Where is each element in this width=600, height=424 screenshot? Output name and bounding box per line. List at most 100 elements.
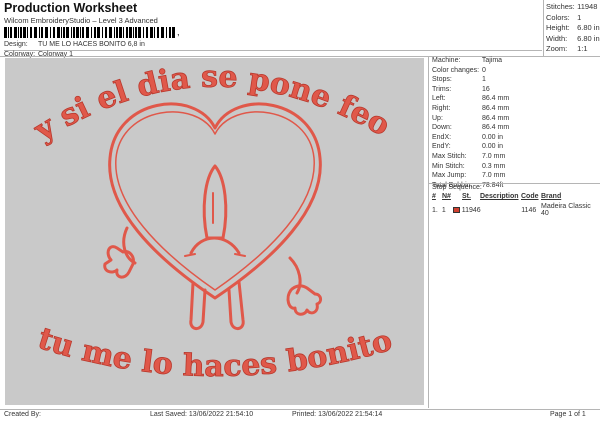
barcode-tail: , (177, 27, 180, 37)
barcode-bar (45, 27, 48, 38)
footer-divider (0, 409, 600, 410)
col-num: # (432, 193, 436, 200)
barcode-bar (157, 27, 159, 38)
spec-label: Right: (432, 104, 451, 112)
row-stitches: 11946 (461, 206, 481, 214)
machine-specs: Machine: Tajima Color changes: 0 Stops: … (432, 57, 509, 191)
barcode-bar (138, 27, 141, 38)
barcode-bar (161, 27, 164, 38)
spec-value: 86.4 mm (481, 124, 510, 132)
stat-row: Stitches: 11948 (546, 2, 600, 13)
barcode-bar (129, 27, 132, 38)
stat-row: Colors: 1 (546, 13, 600, 24)
printed-date: Printed: 13/06/2022 21:54:14 (292, 411, 383, 418)
design-preview: y si el dia se pone feo tu me lo haces b… (5, 58, 424, 405)
barcode-bar (133, 27, 134, 38)
sequence-header: # N# St. Description Code Brand (432, 193, 561, 200)
stat-label: Colors: (546, 12, 570, 22)
spec-value: 16 (481, 85, 490, 93)
worksheet-title: Production Worksheet (4, 1, 138, 15)
barcode-bar (23, 27, 26, 38)
thread-color-swatch (452, 207, 460, 213)
row-num: 1. (432, 206, 438, 214)
design-value: TU ME LO HACES BONITO 6,8 in (38, 41, 145, 48)
stat-row: Width: 6.80 in (546, 34, 600, 45)
spec-value: 7.0 mm (481, 172, 506, 180)
barcode-bar (61, 27, 62, 38)
spec-value: 1 (481, 76, 486, 84)
stat-row: Height: 6.80 in (546, 23, 600, 34)
spec-value: 0.00 in (481, 143, 503, 151)
software-name: Wilcom EmbroideryStudio – Level 3 Advanc… (4, 16, 158, 25)
barcode-bar (73, 27, 75, 38)
spec-label: EndX: (432, 133, 452, 141)
barcode-bar (10, 27, 12, 38)
spec-value: 0.00 in (481, 133, 503, 141)
barcode-bar (14, 27, 17, 38)
spec-value: 86.4 mm (481, 104, 510, 112)
spec-label: Up: (432, 114, 443, 122)
spec-value: 86.4 mm (481, 95, 510, 103)
barcode-bar (135, 27, 137, 38)
col-description: Description (480, 193, 519, 200)
row-brand: Madeira Classic 40 (541, 203, 591, 217)
spec-value: 7.0 mm (481, 152, 506, 160)
spec-row: EndX: 0.00 in (432, 134, 509, 144)
spec-row: Left: 86.4 mm (432, 95, 509, 105)
barcode-bar (57, 27, 60, 38)
spec-value: 0 (481, 66, 486, 74)
barcode-bar (50, 27, 51, 38)
barcode-bar (126, 27, 128, 38)
stat-label: Zoom: (546, 44, 568, 53)
design-row: Design: TU ME LO HACES BONITO 6,8 in (4, 41, 145, 48)
spec-label: Stops: (432, 76, 452, 84)
divider (4, 50, 542, 51)
barcode-bar (71, 27, 72, 38)
spec-row: Stops: 1 (432, 76, 509, 86)
barcode-bar (143, 27, 144, 38)
col-n: N# (442, 193, 451, 200)
barcode-bar (154, 27, 155, 38)
design-label: Design: (4, 41, 28, 48)
bottom-arc-text: tu me lo haces bonito (34, 321, 396, 384)
spec-label: Trims: (432, 85, 452, 93)
spec-label: Max Stitch: (432, 152, 467, 160)
barcode-bar (91, 27, 92, 38)
col-stitches: St. (462, 193, 471, 200)
barcode-bar (123, 27, 124, 38)
specs-divider (428, 56, 429, 408)
barcode-bar (150, 27, 153, 38)
barcode-bar (114, 27, 115, 38)
barcode-bar (146, 27, 148, 38)
spec-value: 86.4 mm (481, 114, 510, 122)
row-n: 1 (441, 206, 446, 214)
spec-label: Down: (432, 124, 452, 132)
barcode-bar (119, 27, 122, 38)
header-divider (0, 56, 600, 57)
spec-row: Machine: Tajima (432, 57, 509, 67)
heart-character (103, 102, 323, 330)
stat-value: 6.80 in (577, 23, 600, 32)
design-artwork: y si el dia se pone feo tu me lo haces b… (27, 59, 396, 384)
spec-value: Tajima (481, 57, 503, 64)
spec-row: Down: 86.4 mm (432, 124, 509, 134)
stat-value: 1 (577, 12, 582, 22)
spec-row: EndY: 0.00 in (432, 143, 509, 153)
sequence-row: 1. 1 11946 1146 Madeira Classic 40 (432, 203, 600, 217)
col-code: Code (521, 193, 539, 200)
barcode-bar (76, 27, 79, 38)
spec-label: Left: (432, 95, 446, 103)
stats-panel: Stitches: 11948 Colors: 1 Height: 6.80 i… (546, 2, 600, 55)
row-code: 1146 (521, 206, 537, 214)
barcode-bar (166, 27, 167, 38)
barcode-bar (102, 27, 103, 38)
stat-label: Width: (546, 33, 568, 43)
barcode-bar (66, 27, 69, 38)
spec-row: Color changes: 0 (432, 67, 509, 77)
stat-label: Height: (546, 23, 570, 32)
barcode-bar (105, 27, 107, 38)
stat-row: Zoom: 1:1 (546, 44, 600, 55)
last-saved: Last Saved: 13/06/2022 21:54:10 (150, 411, 254, 418)
page-number: Page 1 of 1 (550, 411, 586, 418)
barcode-bar (20, 27, 22, 38)
